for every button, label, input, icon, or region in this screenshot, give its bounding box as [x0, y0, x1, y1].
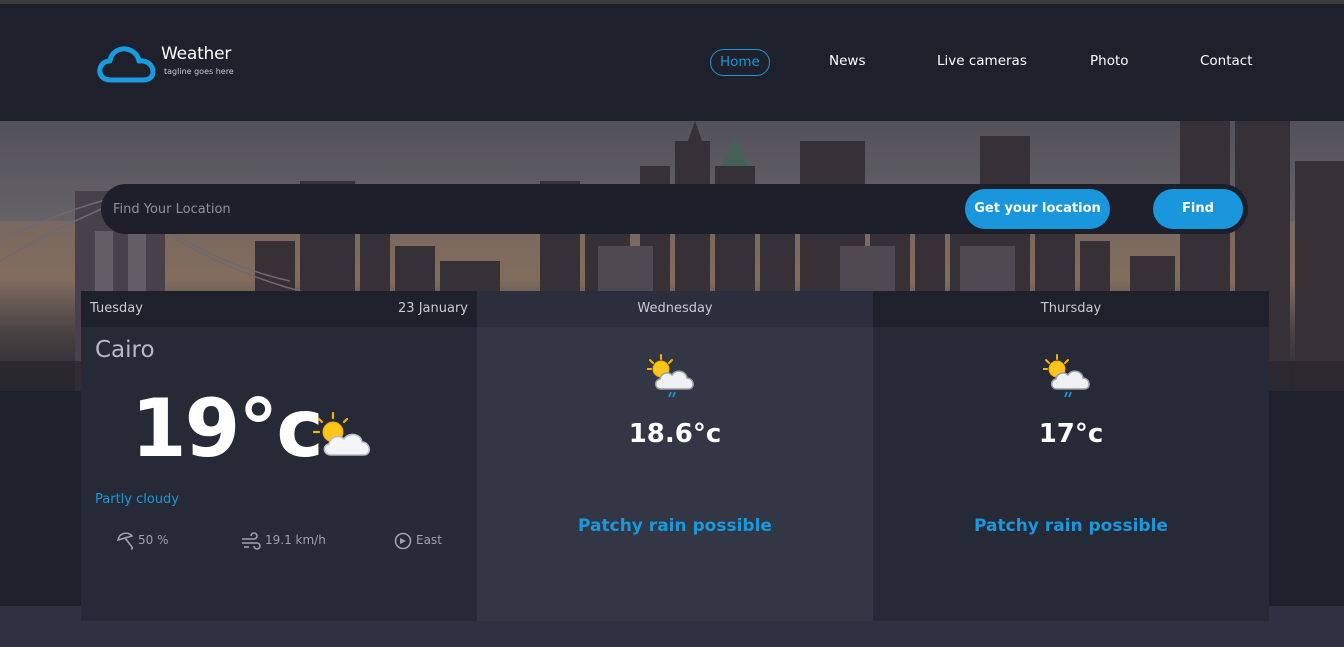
wind-icon: [242, 531, 261, 550]
city-name: Cairo: [95, 337, 155, 363]
humidity-value: 50 %: [138, 533, 169, 547]
wind-direction-stat: East: [393, 529, 442, 551]
compass-icon: [394, 532, 412, 549]
current-temperature: 19°c: [131, 382, 324, 475]
nav-live-cameras[interactable]: Live cameras: [937, 49, 1027, 76]
wind-speed-value: 19.1 km/h: [265, 533, 326, 547]
location-search-input[interactable]: [113, 197, 713, 221]
forecast-card-day-3: Thursday 17°c Patchy rain possible: [873, 291, 1269, 621]
forecast-day-2-header: Wednesday: [477, 291, 873, 327]
forecast-day-2-temperature: 18.6°c: [628, 419, 722, 449]
forecast-day-3-temperature: 17°c: [1038, 419, 1104, 449]
patchy-rain-icon: [647, 354, 694, 398]
forecast-card-day-2: Wednesday 18.6°c Patchy rain possible: [477, 291, 873, 621]
nav-contact[interactable]: Contact: [1200, 49, 1253, 76]
wind-direction-value: East: [416, 533, 442, 547]
humidity-stat: 50 %: [115, 529, 169, 551]
current-condition: Partly cloudy: [95, 492, 179, 507]
wind-speed-stat: 19.1 km/h: [240, 529, 326, 551]
get-location-button[interactable]: Get your location: [965, 189, 1110, 229]
nav-home[interactable]: Home: [710, 49, 770, 76]
forecast-day-2-condition: Patchy rain possible: [578, 516, 772, 536]
nav-photo[interactable]: Photo: [1090, 49, 1129, 76]
umbrella-icon: [117, 531, 134, 550]
today-card-header: Tuesday 23 January: [81, 291, 477, 327]
site-header: Weather tagline goes here Home News Live…: [0, 4, 1344, 121]
find-button[interactable]: Find: [1153, 189, 1243, 229]
partly-cloudy-icon: [313, 411, 370, 456]
forecast-day-3-header: Thursday: [873, 291, 1269, 327]
main-nav: Home News Live cameras Photo Contact: [0, 49, 1344, 79]
today-date: 23 January: [398, 301, 468, 316]
today-forecast-card: Tuesday 23 January Cairo 19°c Partly clo…: [81, 291, 477, 621]
nav-news[interactable]: News: [829, 49, 865, 76]
forecast-day-3-condition: Patchy rain possible: [974, 516, 1168, 536]
today-day: Tuesday: [90, 301, 143, 316]
location-search-bar: Get your location Find: [101, 184, 1248, 234]
patchy-rain-icon: [1043, 354, 1090, 398]
